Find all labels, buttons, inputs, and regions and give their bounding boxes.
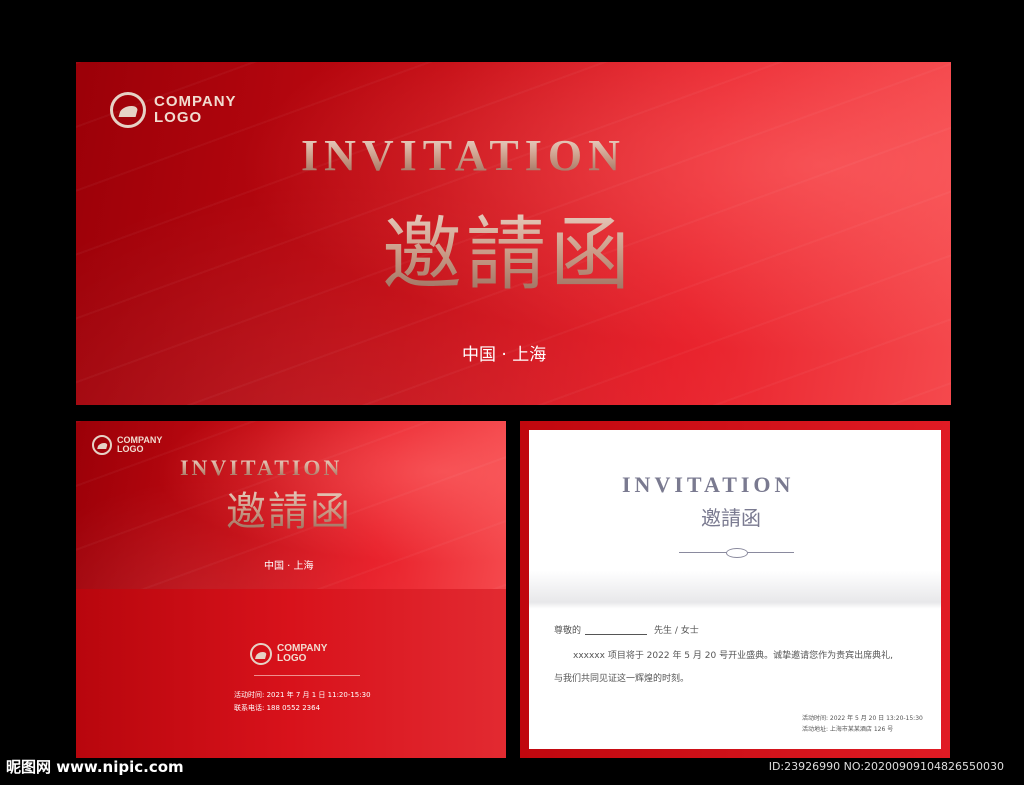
cover-logo-bottom: COMPANY LOGO bbox=[250, 643, 327, 665]
logo-mark-icon bbox=[250, 643, 272, 665]
cover-title-cn: 邀請函 bbox=[226, 479, 352, 537]
inside-event-time: 活动时间: 2022 年 5 月 20 日 13:20-15:30 bbox=[802, 715, 923, 722]
watermark-right: ID:23926990 NO:20200909104826550030 bbox=[768, 760, 1004, 773]
banner-title-en: INVITATION bbox=[301, 131, 626, 180]
inside-white-page: INVITATION 邀請函 尊敬的 先生 / 女士 xxxxxx 项目将于 2… bbox=[529, 430, 941, 749]
invitation-cover-card: COMPANY LOGO INVITATION 邀請函 中国 · 上海 COMP… bbox=[76, 421, 506, 758]
logo-line2: LOGO bbox=[117, 444, 144, 454]
inside-title-cn: 邀請函 bbox=[701, 506, 761, 530]
logo-mark-icon bbox=[110, 92, 146, 128]
banner-location: 中国 · 上海 bbox=[462, 345, 547, 365]
invitation-banner: COMPANY LOGO INVITATION 邀請函 中国 · 上海 bbox=[76, 62, 951, 405]
logo-line2: LOGO bbox=[277, 653, 307, 664]
company-logo: COMPANY LOGO bbox=[110, 92, 237, 128]
ornament-divider-icon bbox=[679, 548, 794, 558]
banner-title-cn: 邀請函 bbox=[382, 190, 634, 306]
watermark-left: 昵图网 www.nipic.com bbox=[6, 758, 184, 776]
cover-location: 中国 · 上海 bbox=[264, 561, 314, 572]
cover-bottom-half: COMPANY LOGO 活动时间: 2021 年 7 月 1 日 11:20-… bbox=[76, 589, 506, 758]
logo-line2: LOGO bbox=[154, 109, 203, 126]
logo-line1: COMPANY bbox=[154, 93, 237, 111]
invitation-inside-card: INVITATION 邀請函 尊敬的 先生 / 女士 xxxxxx 项目将于 2… bbox=[520, 421, 950, 758]
logo-underline bbox=[254, 675, 360, 676]
inside-title-en: INVITATION bbox=[622, 472, 795, 497]
cover-logo-top: COMPANY LOGO bbox=[92, 435, 162, 455]
greeting-suffix: 先生 / 女士 bbox=[654, 626, 699, 636]
body-line-2: 与我们共同见证这一辉煌的时刻。 bbox=[554, 674, 690, 684]
cover-top-half: COMPANY LOGO INVITATION 邀請函 中国 · 上海 bbox=[76, 421, 506, 589]
inside-event-place: 活动地址: 上海市某某酒店 126 号 bbox=[802, 726, 894, 733]
recipient-name-field[interactable] bbox=[585, 634, 647, 635]
greeting-prefix: 尊敬的 bbox=[554, 626, 582, 636]
body-line-1: xxxxxx 项目将于 2022 年 5 月 20 号开业盛典。诚挚邀请您作为贵… bbox=[573, 651, 893, 661]
logo-mark-icon bbox=[92, 435, 112, 455]
cover-contact: 联系电话: 188 0552 2364 bbox=[234, 704, 321, 712]
cover-event-time: 活动时间: 2021 年 7 月 1 日 11:20-15:30 bbox=[234, 691, 371, 699]
cover-title-en: INVITATION bbox=[180, 455, 343, 480]
